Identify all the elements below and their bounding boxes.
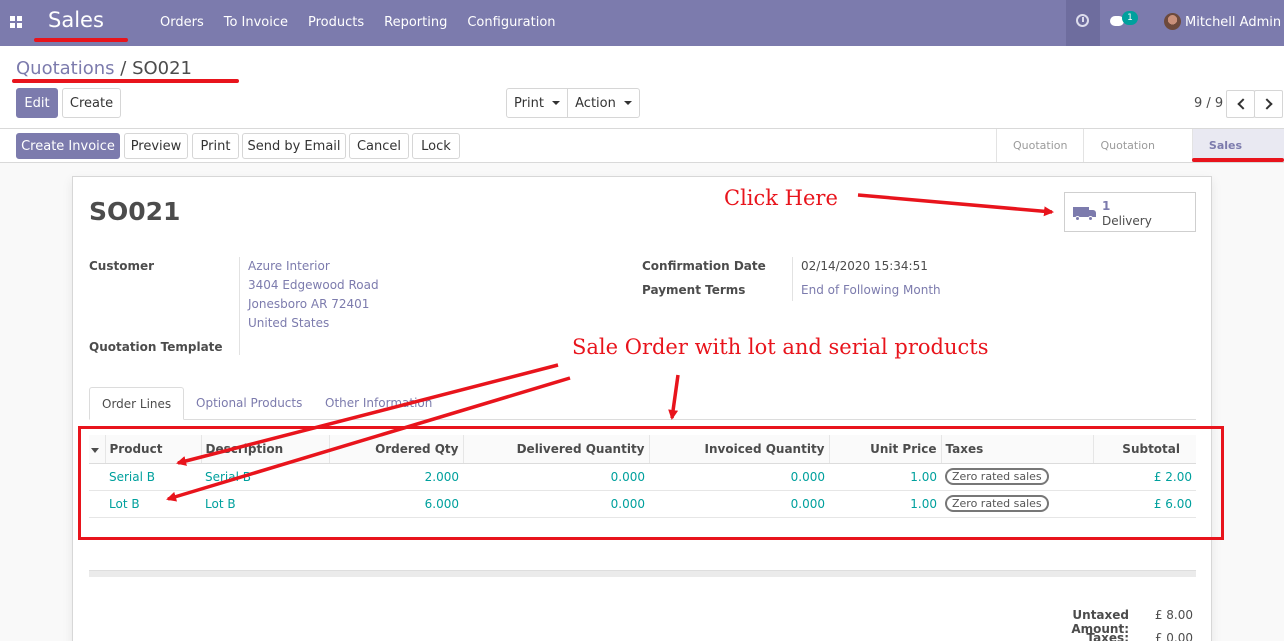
annotation-highlight-box	[78, 426, 1224, 540]
chevron-left-icon	[1237, 98, 1249, 110]
confirmation-date-value: 02/14/2020 15:34:51	[801, 259, 928, 273]
breadcrumb-current: SO021	[132, 58, 193, 79]
create-invoice-button[interactable]: Create Invoice	[16, 133, 120, 159]
field-separator	[239, 257, 240, 355]
top-navbar: Sales Orders To Invoice Products Reporti…	[0, 0, 1284, 46]
clock-icon	[1076, 14, 1089, 27]
section-divider	[89, 570, 1196, 577]
send-by-email-button[interactable]: Send by Email	[242, 133, 346, 159]
annotation-underline-breadcrumb	[12, 79, 239, 83]
breadcrumb-quotations[interactable]: Quotations	[16, 58, 115, 79]
print-dropdown-label: Print	[514, 95, 544, 111]
truck-icon	[1073, 205, 1097, 221]
user-menu[interactable]: Mitchell Admin	[1185, 15, 1281, 30]
print-dropdown[interactable]: Print	[506, 88, 568, 118]
stage-quotation-sent[interactable]: Quotation Sent	[1083, 129, 1191, 185]
confirmation-date-label: Confirmation Date	[642, 259, 766, 273]
annotation-click-here: Click Here	[724, 186, 838, 210]
form-statusbar: Create Invoice Preview Print Send by Ema…	[0, 128, 1284, 185]
menu-item-products[interactable]: Products	[308, 15, 364, 30]
app-brand[interactable]: Sales	[48, 8, 104, 32]
taxes-label: Taxes:	[1086, 631, 1129, 641]
stage-quotation[interactable]: Quotation	[996, 129, 1083, 162]
action-dropdown-label: Action	[575, 95, 616, 111]
untaxed-amount-value: £ 8.00	[1154, 608, 1193, 622]
user-avatar[interactable]	[1164, 13, 1181, 30]
lock-button[interactable]: Lock	[412, 133, 460, 159]
quotation-template-label: Quotation Template	[89, 340, 223, 354]
edit-button[interactable]: Edit	[16, 88, 58, 118]
apps-menu-icon[interactable]	[10, 16, 22, 28]
customer-name-link[interactable]: Azure Interior	[248, 259, 330, 273]
menu-item-orders[interactable]: Orders	[160, 15, 204, 30]
tab-order-lines[interactable]: Order Lines	[89, 387, 185, 420]
field-separator	[792, 257, 793, 301]
cancel-button[interactable]: Cancel	[349, 133, 409, 159]
tab-other-information[interactable]: Other Information	[313, 387, 444, 420]
record-title: SO021	[89, 197, 181, 226]
annotation-sale-order-note: Sale Order with lot and serial products	[572, 335, 989, 359]
caret-down-icon	[551, 101, 560, 105]
form-sheet: SO021 1 Delivery Customer Azure Interior…	[72, 176, 1212, 641]
print-button[interactable]: Print	[192, 133, 239, 159]
breadcrumb-separator: /	[114, 58, 133, 79]
delivery-smart-button[interactable]: 1 Delivery	[1064, 192, 1196, 232]
tab-optional-products[interactable]: Optional Products	[184, 387, 314, 420]
customer-address-line: United States	[248, 316, 330, 330]
customer-address-line: 3404 Edgewood Road	[248, 278, 379, 292]
payment-terms-link[interactable]: End of Following Month	[801, 283, 941, 297]
customer-address-line: Jonesboro AR 72401	[248, 297, 370, 311]
delivery-label: Delivery	[1102, 214, 1152, 228]
taxes-value: £ 0.00	[1154, 631, 1193, 641]
chat-badge: 1	[1122, 11, 1138, 25]
customer-label: Customer	[89, 259, 155, 273]
caret-down-icon	[623, 101, 632, 105]
menu-item-configuration[interactable]: Configuration	[467, 15, 555, 30]
notebook-tabs: Order Lines Optional Products Other Info…	[89, 387, 1196, 420]
payment-terms-label: Payment Terms	[642, 283, 746, 297]
activity-button[interactable]	[1066, 0, 1100, 46]
pager-previous-button[interactable]	[1226, 90, 1255, 118]
pager-next-button[interactable]	[1254, 90, 1283, 118]
create-button[interactable]: Create	[62, 88, 121, 118]
annotation-underline-brand	[34, 38, 128, 42]
menu-item-reporting[interactable]: Reporting	[384, 15, 447, 30]
preview-button[interactable]: Preview	[124, 133, 188, 159]
pager-value[interactable]: 9 / 9	[1194, 96, 1223, 111]
annotation-underline-stage	[1192, 158, 1284, 162]
chevron-right-icon	[1261, 98, 1273, 110]
main-menu: Orders To Invoice Products Reporting Con…	[160, 15, 556, 30]
menu-item-to-invoice[interactable]: To Invoice	[224, 15, 288, 30]
action-dropdown[interactable]: Action	[567, 88, 640, 118]
breadcrumb: Quotations / SO021	[16, 58, 192, 79]
delivery-count: 1	[1102, 199, 1111, 213]
